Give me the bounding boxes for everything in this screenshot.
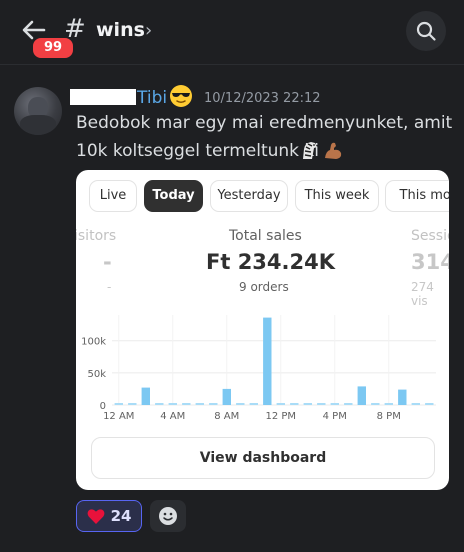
metric-sessions-value: 314 bbox=[411, 250, 449, 274]
avatar[interactable] bbox=[14, 87, 62, 135]
chart-bar bbox=[330, 403, 339, 405]
sales-bar-chart: 100k50k012 AM 4 AM 8 AM 12 PM 4 PM 8 PM bbox=[81, 315, 436, 422]
chart-bar bbox=[290, 403, 299, 405]
chart-bar bbox=[398, 389, 407, 405]
chart-bar bbox=[128, 403, 137, 405]
chevron-right-icon[interactable]: › bbox=[145, 20, 152, 41]
channel-hash-icon: # bbox=[64, 14, 86, 44]
message-text-line-2: 10k koltseggel termeltunk ki bbox=[76, 141, 319, 161]
chart-bar bbox=[371, 403, 380, 405]
metric-total-sales-label: Total sales bbox=[229, 228, 302, 244]
tab-live[interactable]: Live bbox=[89, 180, 137, 212]
channel-header: 99 # wins › bbox=[0, 0, 464, 65]
tab-this-week[interactable]: This week bbox=[295, 180, 379, 212]
x-tick-label: 4 AM bbox=[160, 411, 185, 422]
chart-bar bbox=[357, 386, 366, 405]
chart-bar bbox=[303, 403, 312, 405]
red-heart-emoji-icon bbox=[87, 508, 104, 524]
chart-bar bbox=[249, 403, 258, 405]
search-icon bbox=[416, 21, 436, 41]
chart-bar bbox=[195, 403, 204, 405]
message-text-line-1: Bedobok mar egy mai eredmenyunket, amit bbox=[76, 113, 453, 133]
chart-bar bbox=[317, 403, 326, 405]
channel-name[interactable]: wins bbox=[96, 19, 145, 41]
reaction-count: 24 bbox=[110, 507, 132, 525]
flexed-biceps-emoji-icon bbox=[325, 142, 342, 159]
message-timestamp: 10/12/2023 22:12 bbox=[204, 91, 321, 106]
chart-bar bbox=[425, 403, 434, 405]
chart-bar bbox=[263, 317, 272, 405]
chart-bar bbox=[168, 403, 177, 405]
chart-bar bbox=[222, 388, 231, 405]
chart-bar bbox=[276, 403, 285, 405]
date-range-tabs: Live Today Yesterday This week This mont… bbox=[89, 180, 449, 212]
smiley-add-reaction-icon bbox=[159, 507, 177, 525]
chart-bar bbox=[411, 403, 420, 405]
search-button[interactable] bbox=[406, 11, 446, 51]
chart-bar bbox=[141, 387, 150, 405]
metric-visitors-label: isitors bbox=[76, 228, 117, 244]
redacted-username bbox=[70, 89, 136, 105]
metric-sessions-sub: 274 vis bbox=[411, 280, 434, 308]
chart-bar bbox=[344, 403, 353, 405]
reaction-heart[interactable]: 24 bbox=[76, 500, 142, 532]
view-dashboard-button[interactable]: View dashboard bbox=[91, 437, 435, 479]
x-tick-label: 12 AM bbox=[103, 411, 134, 422]
x-tick-label: 4 PM bbox=[323, 411, 347, 422]
metric-total-sales-sub: 9 orders bbox=[239, 280, 289, 294]
x-tick-label: 8 AM bbox=[214, 411, 239, 422]
metric-total-sales-value: Ft 234.24K bbox=[206, 250, 336, 274]
message-author[interactable]: Tibi bbox=[137, 88, 167, 108]
y-tick-label: 50k bbox=[87, 369, 106, 380]
chart-bar bbox=[155, 403, 164, 405]
tab-yesterday[interactable]: Yesterday bbox=[210, 180, 288, 212]
chart-bar bbox=[384, 403, 393, 405]
add-reaction-button[interactable] bbox=[150, 500, 186, 532]
chart-bar bbox=[209, 403, 218, 405]
tab-today[interactable]: Today bbox=[144, 180, 203, 212]
embedded-dashboard-image[interactable]: Live Today Yesterday This week This mont… bbox=[76, 170, 449, 490]
chart-bar bbox=[236, 403, 245, 405]
chart-bar bbox=[114, 403, 123, 405]
y-tick-label: 100k bbox=[81, 337, 106, 348]
sunglasses-emoji-icon bbox=[170, 85, 192, 107]
metric-sessions-label: Sessio bbox=[411, 228, 449, 244]
x-tick-label: 12 PM bbox=[265, 411, 296, 422]
x-tick-label: 8 PM bbox=[377, 411, 401, 422]
zebra-emoji-icon bbox=[303, 142, 317, 159]
chart-bar bbox=[182, 403, 191, 405]
metric-visitors-value: - bbox=[103, 250, 112, 274]
tab-this-month[interactable]: This month bbox=[385, 180, 449, 212]
metric-visitors-sub: - bbox=[107, 280, 112, 294]
